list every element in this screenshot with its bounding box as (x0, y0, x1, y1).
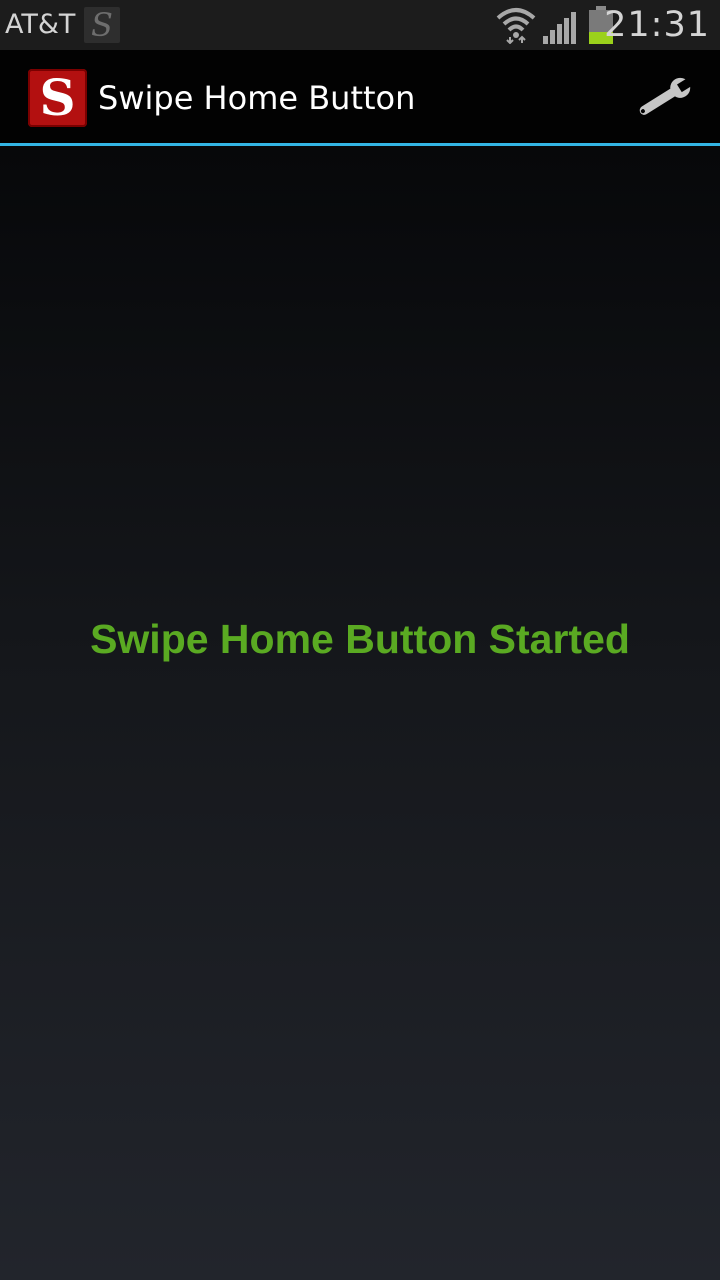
main-content: Swipe Home Button Started (0, 146, 720, 1280)
wifi-icon (496, 8, 536, 44)
action-bar: S Swipe Home Button (0, 50, 720, 143)
settings-button[interactable] (630, 74, 696, 122)
app-logo[interactable]: S (28, 69, 87, 127)
app-logo-letter: S (39, 68, 76, 127)
status-message: Swipe Home Button Started (90, 616, 630, 662)
signal-icon (543, 12, 576, 44)
status-bar: AT&T S 21:31 (0, 0, 720, 50)
carrier-label: AT&T (5, 9, 76, 40)
screen: AT&T S 21:31 S Swipe Home Button Swipe H… (0, 0, 720, 1280)
clock: 21:31 (604, 5, 710, 45)
notification-s-icon: S (84, 7, 120, 43)
wrench-icon (639, 77, 694, 115)
app-title: Swipe Home Button (98, 79, 416, 117)
